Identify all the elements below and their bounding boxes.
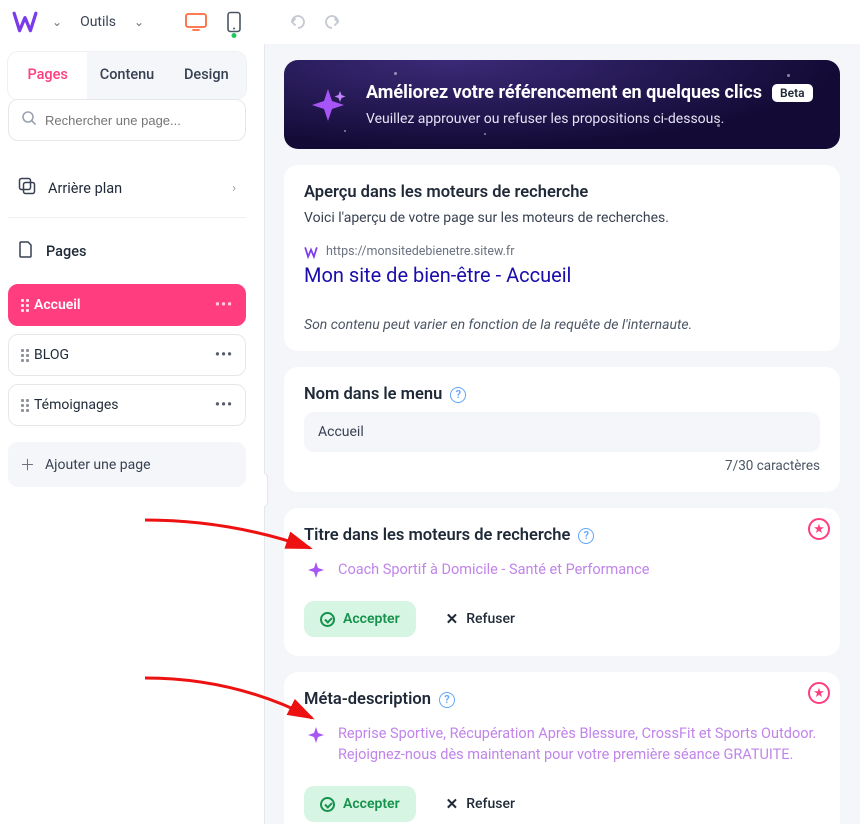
pages-heading-row[interactable]: Pages bbox=[8, 226, 246, 276]
sidebar-tabs: Pages Contenu Design bbox=[8, 52, 246, 99]
pages-heading-label: Pages bbox=[46, 243, 86, 260]
background-icon bbox=[18, 177, 36, 199]
ai-suggestion-row: Coach Sportif à Domicile - Santé et Perf… bbox=[304, 553, 820, 590]
refuse-label: Refuser bbox=[466, 796, 515, 812]
help-icon[interactable]: ? bbox=[578, 528, 594, 544]
viewport-mobile-icon[interactable] bbox=[220, 10, 248, 34]
tools-menu[interactable]: Outils bbox=[76, 14, 120, 30]
page-item-blog[interactable]: BLOG ••• bbox=[8, 334, 246, 376]
divider bbox=[8, 217, 246, 218]
serp-preview-card: Aperçu dans les moteurs de recherche Voi… bbox=[284, 165, 840, 351]
redo-icon[interactable] bbox=[322, 13, 342, 31]
close-icon: ✕ bbox=[446, 795, 459, 813]
accept-label: Accepter bbox=[343, 611, 400, 627]
banner-title: Améliorez votre référencement en quelque… bbox=[366, 82, 762, 103]
meta-desc-heading: Méta-description bbox=[304, 690, 431, 709]
left-sidebar: Pages Contenu Design Arrière plan › Page… bbox=[0, 44, 254, 824]
logo-dropdown-icon[interactable]: ⌄ bbox=[48, 15, 66, 29]
help-icon[interactable]: ? bbox=[439, 692, 455, 708]
undo-icon[interactable] bbox=[288, 13, 308, 31]
main-panel: ‹ Améliorez votre référencement en quelq… bbox=[264, 44, 860, 824]
accept-button[interactable]: Accepter bbox=[304, 601, 416, 637]
sparkle-icon bbox=[308, 85, 348, 125]
char-counter: 7/30 caractères bbox=[304, 458, 820, 474]
seo-title-card: ★ Titre dans les moteurs de recherche ? … bbox=[284, 508, 840, 656]
ai-suggestion-row: Reprise Sportive, Récupération Après Ble… bbox=[304, 717, 820, 775]
page-item-label: Accueil bbox=[34, 297, 81, 313]
page-item-temoignages[interactable]: Témoignages ••• bbox=[8, 384, 246, 426]
beta-badge: Beta bbox=[772, 84, 813, 102]
serp-heading: Aperçu dans les moteurs de recherche bbox=[304, 183, 820, 202]
check-icon bbox=[320, 612, 335, 627]
more-icon[interactable]: ••• bbox=[215, 347, 233, 363]
meta-desc-card: ★ Méta-description ? Reprise Sportive, R… bbox=[284, 672, 840, 824]
page-search[interactable] bbox=[8, 99, 246, 141]
tools-dropdown-icon[interactable]: ⌄ bbox=[130, 15, 148, 29]
chevron-right-icon: › bbox=[232, 181, 236, 196]
page-item-label: Témoignages bbox=[34, 397, 119, 413]
drag-handle-icon[interactable] bbox=[21, 349, 24, 362]
close-icon: ✕ bbox=[446, 610, 459, 628]
page-search-input[interactable] bbox=[45, 113, 233, 128]
top-toolbar: ⌄ Outils ⌄ bbox=[0, 0, 860, 44]
serp-note: Son contenu peut varier en fonction de l… bbox=[304, 317, 820, 333]
accept-button[interactable]: Accepter bbox=[304, 786, 416, 822]
menu-name-input[interactable]: Accueil bbox=[304, 412, 820, 452]
help-icon[interactable]: ? bbox=[450, 387, 466, 403]
seo-banner: Améliorez votre référencement en quelque… bbox=[284, 60, 840, 149]
sparkle-icon bbox=[306, 560, 326, 580]
serp-title: Mon site de bien-être - Accueil bbox=[304, 263, 820, 287]
favicon-icon bbox=[304, 245, 318, 259]
check-icon bbox=[320, 797, 335, 812]
tab-content[interactable]: Contenu bbox=[87, 52, 166, 99]
serp-subheading: Voici l'aperçu de votre page sur les mot… bbox=[304, 210, 820, 226]
banner-subtitle: Veuillez approuver ou refuser les propos… bbox=[366, 111, 813, 127]
plus-icon: ＋ bbox=[20, 454, 35, 475]
more-icon[interactable]: ••• bbox=[215, 297, 233, 313]
accept-label: Accepter bbox=[343, 796, 400, 812]
collapse-sidebar-button[interactable]: ‹ bbox=[264, 472, 268, 508]
viewport-desktop-icon[interactable] bbox=[182, 10, 210, 34]
serp-url: https://monsitedebienetre.sitew.fr bbox=[326, 244, 514, 259]
seo-title-suggestion: Coach Sportif à Domicile - Santé et Perf… bbox=[338, 559, 649, 580]
page-icon bbox=[18, 240, 34, 262]
page-item-label: BLOG bbox=[34, 347, 69, 363]
refuse-button[interactable]: ✕ Refuser bbox=[430, 785, 531, 823]
star-badge-icon: ★ bbox=[808, 518, 830, 540]
refuse-button[interactable]: ✕ Refuser bbox=[430, 600, 531, 638]
add-page-label: Ajouter une page bbox=[45, 457, 151, 473]
page-list: Accueil ••• BLOG ••• Témoignages ••• ＋ A… bbox=[8, 284, 246, 487]
page-item-accueil[interactable]: Accueil ••• bbox=[8, 284, 246, 326]
tab-design[interactable]: Design bbox=[167, 52, 246, 99]
more-icon[interactable]: ••• bbox=[215, 397, 233, 413]
star-badge-icon: ★ bbox=[808, 682, 830, 704]
menu-name-card: Nom dans le menu ? Accueil 7/30 caractèr… bbox=[284, 367, 840, 492]
add-page-button[interactable]: ＋ Ajouter une page bbox=[8, 442, 246, 487]
drag-handle-icon[interactable] bbox=[21, 399, 24, 412]
background-label: Arrière plan bbox=[48, 180, 122, 197]
search-icon bbox=[21, 110, 37, 130]
sparkle-icon bbox=[306, 725, 326, 745]
seo-title-heading: Titre dans les moteurs de recherche bbox=[304, 526, 570, 545]
refuse-label: Refuser bbox=[466, 611, 515, 627]
menu-name-heading: Nom dans le menu bbox=[304, 385, 442, 404]
active-indicator-dot bbox=[232, 33, 237, 38]
logo-icon[interactable] bbox=[12, 9, 38, 35]
background-row[interactable]: Arrière plan › bbox=[8, 163, 246, 213]
meta-desc-suggestion: Reprise Sportive, Récupération Après Ble… bbox=[338, 723, 818, 765]
tab-pages[interactable]: Pages bbox=[8, 52, 87, 99]
drag-handle-icon[interactable] bbox=[21, 299, 24, 312]
